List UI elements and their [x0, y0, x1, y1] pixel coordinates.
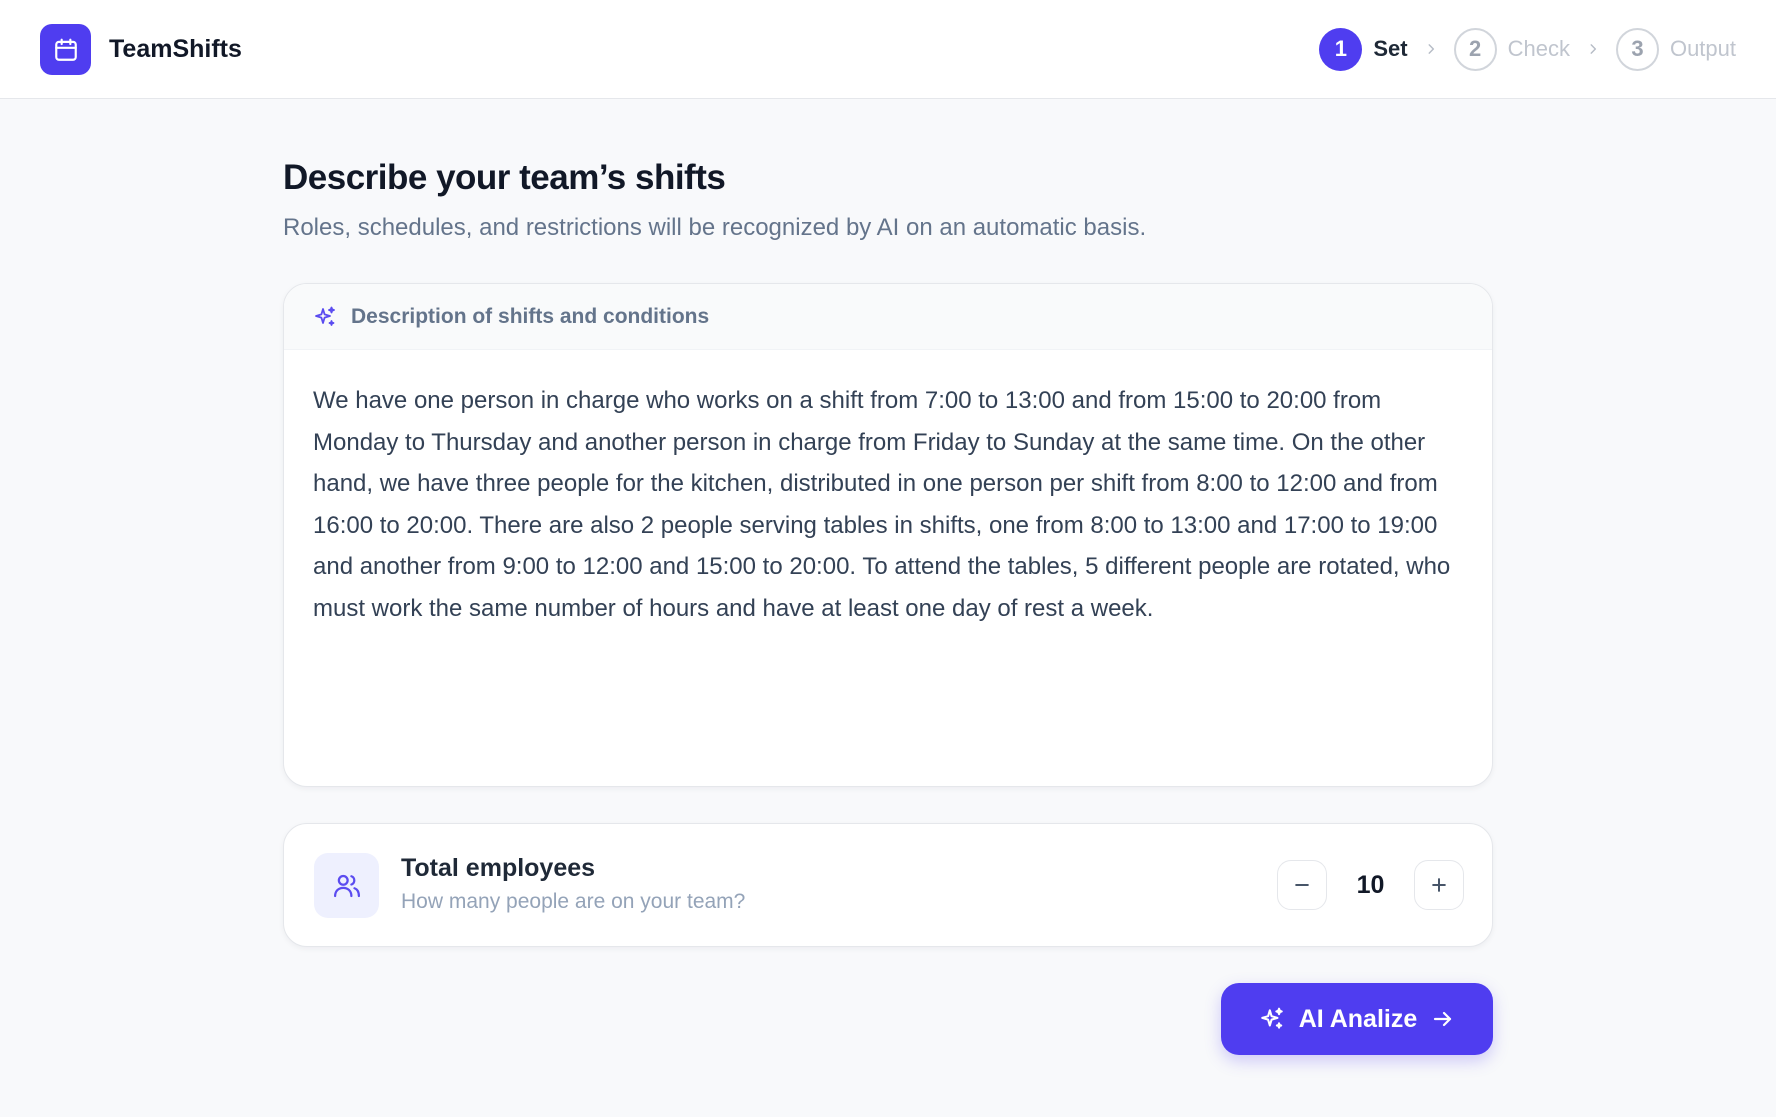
plus-icon	[1432, 878, 1446, 892]
ai-analyze-label: AI Analize	[1298, 1004, 1418, 1033]
chevron-right-icon	[1586, 42, 1600, 56]
step-label: Output	[1669, 36, 1736, 61]
progress-steps: 1 Set 2 Check 3 Output	[1319, 27, 1736, 71]
employees-icon-box	[314, 853, 379, 918]
calendar-icon	[54, 38, 77, 61]
users-icon	[333, 874, 360, 897]
page-title: Describe your team’s shifts	[283, 158, 726, 197]
sparkles-icon	[1260, 1007, 1283, 1029]
step-label: Set	[1373, 36, 1408, 61]
description-label: Description of shifts and conditions	[351, 304, 710, 328]
employees-count: 10	[1356, 870, 1385, 899]
employees-title: Total employees	[401, 854, 596, 882]
decrement-button[interactable]	[1277, 860, 1327, 910]
step-check[interactable]: 2 Check	[1453, 27, 1570, 71]
step-number: 2	[1453, 27, 1497, 71]
employees-card: Total employees How many people are on y…	[283, 823, 1493, 947]
step-label: Check	[1507, 36, 1570, 61]
sparkles-icon	[315, 306, 335, 326]
minus-icon	[1295, 884, 1309, 886]
step-number: 3	[1615, 27, 1659, 71]
app-logo[interactable]	[40, 24, 91, 75]
ai-analyze-button[interactable]: AI Analize	[1221, 983, 1493, 1055]
arrow-right-icon	[1434, 1011, 1452, 1027]
step-set[interactable]: 1 Set	[1319, 27, 1408, 71]
description-card: Description of shifts and conditions We …	[283, 283, 1493, 787]
top-header: TeamShifts 1 Set 2 Check 3 Output	[0, 0, 1776, 99]
page-subtitle: Roles, schedules, and restrictions will …	[283, 214, 1147, 241]
employees-stepper: 10	[1277, 860, 1464, 910]
description-textarea[interactable]: We have one person in charge who works o…	[313, 380, 1473, 760]
chevron-right-icon	[1424, 42, 1438, 56]
app-name: TeamShifts	[109, 35, 242, 63]
step-number: 1	[1319, 27, 1363, 71]
employees-subtitle: How many people are on your team?	[401, 890, 746, 913]
step-output[interactable]: 3 Output	[1615, 27, 1736, 71]
increment-button[interactable]	[1414, 860, 1464, 910]
description-card-header: Description of shifts and conditions	[284, 284, 1492, 350]
